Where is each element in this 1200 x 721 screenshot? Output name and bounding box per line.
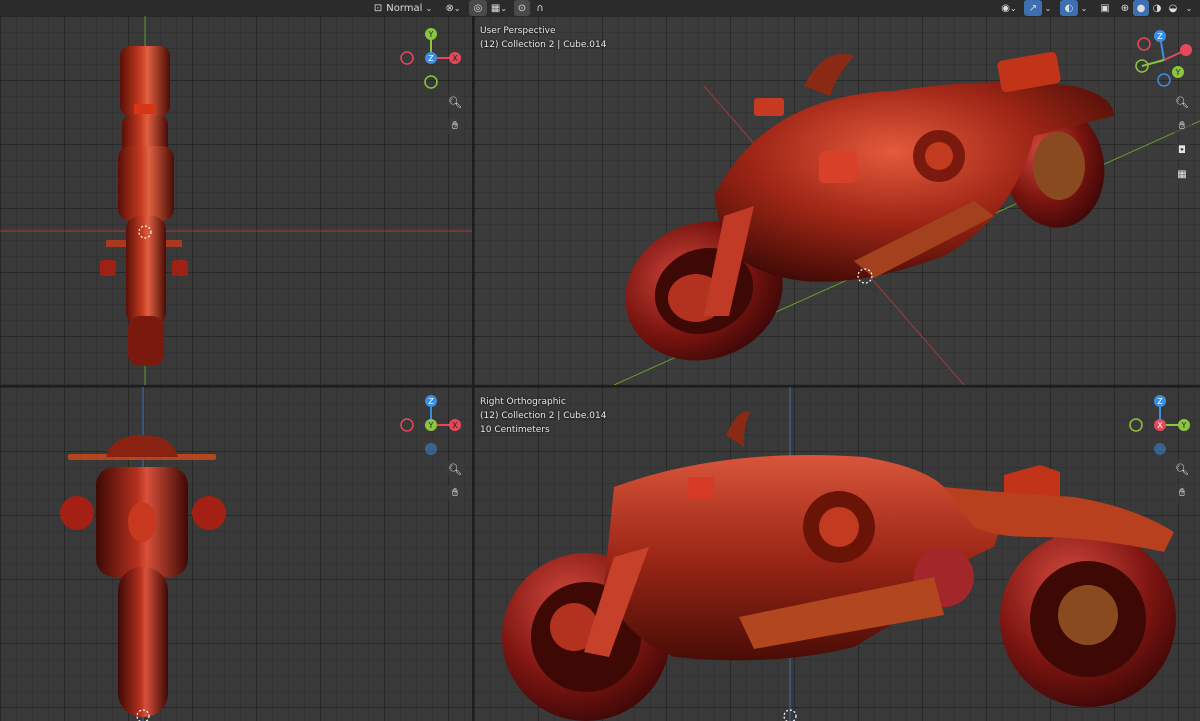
perspective-scene <box>613 51 1200 385</box>
gizmo-center-label: Y <box>428 421 434 430</box>
overlay-icon: ◐ <box>1064 2 1074 14</box>
magnifier-icon: 🔍︎ <box>1175 95 1189 109</box>
hand-icon: ✋︎ <box>451 486 459 499</box>
pan-button[interactable]: ✋︎ <box>1172 483 1192 503</box>
gizmo-up-label: Z <box>1157 397 1163 406</box>
viewport-info: User Perspective (12) Collection 2 | Cub… <box>480 24 606 52</box>
chevron-down-icon: ⌄ <box>1185 3 1193 13</box>
camera-view-button[interactable]: ◘ <box>1172 140 1192 160</box>
chevron-down-icon: ⌄ <box>1080 3 1088 13</box>
gizmo-up-label: Z <box>1157 32 1163 41</box>
pan-button[interactable]: ✋︎ <box>445 116 465 136</box>
shading-rendered-button[interactable]: ◒ <box>1165 0 1181 16</box>
shading-wireframe-button[interactable]: ⊕ <box>1117 0 1133 16</box>
shading-rendered-icon: ◒ <box>1168 2 1178 14</box>
motorcycle-perspective <box>625 51 1114 361</box>
gizmo-up-label: Y <box>428 30 434 39</box>
gizmo-center-label: X <box>1157 421 1163 430</box>
pan-button[interactable]: ✋︎ <box>1172 116 1192 136</box>
gizmo-icon: ↗ <box>1028 2 1038 14</box>
overlay-dropdown[interactable]: ⌄ <box>1078 0 1090 16</box>
snap-button[interactable]: ▦ ⌄ <box>488 0 510 16</box>
falloff-icon: ∩ <box>536 2 544 14</box>
view-name: User Perspective <box>480 26 556 36</box>
motorcycle-side <box>502 411 1176 721</box>
shading-solid-icon: ● <box>1136 2 1146 14</box>
viewport-perspective[interactable]: User Perspective (12) Collection 2 | Cub… <box>474 16 1200 385</box>
transform-orientation-icon: ⊡ <box>373 2 383 14</box>
visibility-icon: ◉ <box>1001 2 1011 14</box>
shading-material-button[interactable]: ◑ <box>1149 0 1165 16</box>
visibility-button[interactable]: ◉ ⌄ <box>996 0 1022 16</box>
navigation-gizmo[interactable]: Y X Z <box>397 26 463 92</box>
xray-icon: ▣ <box>1100 2 1110 14</box>
falloff-type-button[interactable]: ∩ <box>531 0 549 16</box>
navigation-gizmo[interactable]: Z X Y <box>397 393 463 459</box>
gizmo-right-label: X <box>452 54 458 63</box>
motorcycle-front <box>60 435 226 721</box>
motorcycle-top <box>100 46 188 366</box>
snap-icon: ▦ <box>490 2 501 14</box>
hand-icon: ✋︎ <box>451 119 459 132</box>
shading-solid-button[interactable]: ● <box>1133 0 1149 16</box>
perspective-toggle-button[interactable]: ▦ <box>1172 164 1192 184</box>
pivot-icon: ⊙ <box>517 2 527 14</box>
gizmo-center-label: Z <box>428 54 434 63</box>
collection-label: (12) Collection 2 | Cube.014 <box>480 411 607 421</box>
navigation-gizmo[interactable]: Z Y X <box>1126 393 1192 459</box>
viewport-front[interactable]: Z X Y 🔍︎ ✋︎ <box>0 387 472 721</box>
magnifier-icon: 🔍︎ <box>448 462 462 476</box>
gizmo-toggle[interactable]: ↗ <box>1024 0 1042 16</box>
grid-icon: ▦ <box>1177 168 1187 180</box>
hand-icon: ✋︎ <box>1178 486 1186 499</box>
right-ortho-scene <box>502 387 1176 721</box>
pan-button[interactable]: ✋︎ <box>445 483 465 503</box>
proportional-edit-button[interactable]: ◎ <box>469 0 487 16</box>
viewport-header: ⊡ Normal ⌄ ⊗ ⌄ ◎ ▦ ⌄ ⊙ ∩ ◉ ⌄ ↗ ⌄ ◐ ⌄ ▣ ⊕ ● … <box>0 0 1200 16</box>
xray-toggle[interactable]: ▣ <box>1097 0 1113 16</box>
viewport-right-ortho[interactable]: Right Orthographic (12) Collection 2 | C… <box>474 387 1200 721</box>
navigation-gizmo[interactable]: Z Y <box>1134 26 1200 92</box>
gizmo-right-label: Y <box>1181 421 1187 430</box>
chevron-down-icon: ⌄ <box>425 3 433 13</box>
zoom-button[interactable]: 🔍︎ <box>1172 92 1192 112</box>
proportional-falloff-toggle[interactable]: ⊙ <box>514 0 530 16</box>
shading-wireframe-icon: ⊕ <box>1120 2 1130 14</box>
gizmo-right-label: X <box>452 421 458 430</box>
zoom-button[interactable]: 🔍︎ <box>1172 459 1192 479</box>
gizmo-dropdown[interactable]: ⌄ <box>1042 0 1054 16</box>
zoom-button[interactable]: 🔍︎ <box>445 92 465 112</box>
gizmo-up-label: Z <box>428 397 434 406</box>
viewport-info: Right Orthographic (12) Collection 2 | C… <box>480 395 606 437</box>
pivot-point-button[interactable]: ⊗ ⌄ <box>440 0 466 16</box>
view-name: Right Orthographic <box>480 397 566 407</box>
link-icon: ⊗ <box>445 2 454 14</box>
magnifier-icon: 🔍︎ <box>448 95 462 109</box>
shading-material-icon: ◑ <box>1152 2 1162 14</box>
chevron-down-icon: ⌄ <box>1044 3 1052 13</box>
zoom-button[interactable]: 🔍︎ <box>445 459 465 479</box>
gizmo-right-label: Y <box>1175 68 1181 77</box>
grid-scale-label: 10 Centimeters <box>480 425 550 435</box>
collection-label: (12) Collection 2 | Cube.014 <box>480 40 607 50</box>
transform-orientation-label: Normal <box>386 2 423 14</box>
shading-dropdown[interactable]: ⌄ <box>1182 0 1196 16</box>
magnifier-icon: 🔍︎ <box>1175 462 1189 476</box>
camera-icon: ◘ <box>1178 144 1186 156</box>
overlay-toggle[interactable]: ◐ <box>1060 0 1078 16</box>
transform-orientation-dropdown[interactable]: ⊡ Normal ⌄ <box>372 0 434 16</box>
proportional-edit-icon: ◎ <box>473 2 483 14</box>
viewport-top[interactable]: Y X Z 🔍︎ ✋︎ <box>0 16 472 385</box>
hand-icon: ✋︎ <box>1178 119 1186 132</box>
